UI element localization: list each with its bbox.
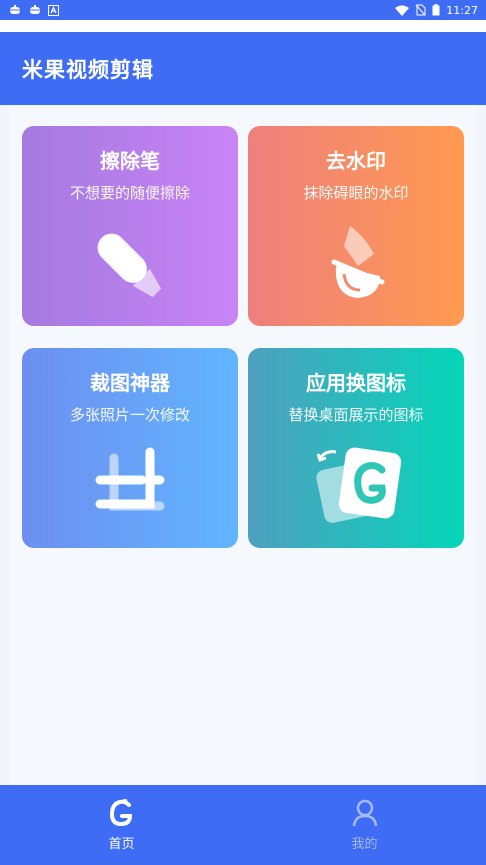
status-bar: 11:27 (0, 0, 486, 20)
card-subtitle: 抹除碍眼的水印 (303, 184, 409, 202)
status-left-icons (8, 4, 59, 16)
bug-icon (8, 5, 22, 14)
watermark-remove-icon (331, 226, 385, 298)
status-divider (0, 20, 486, 32)
card-title: 擦除笔 (100, 149, 160, 173)
battery-icon (432, 4, 440, 16)
app-icon-change-icon (316, 447, 402, 523)
crop-icon (95, 447, 165, 511)
card-title: 去水印 (326, 149, 386, 173)
card-title: 裁图神器 (90, 371, 170, 395)
bug-icon (28, 5, 42, 14)
bottom-nav: 首页 我的 (0, 785, 486, 865)
crop-card[interactable]: 裁图神器 多张照片一次修改 (22, 348, 238, 548)
card-subtitle: 不想要的随便擦除 (69, 184, 190, 202)
card-subtitle: 替换桌面展示的图标 (288, 406, 424, 424)
tab-mine[interactable]: 我的 (243, 785, 486, 865)
wifi-icon (395, 5, 410, 16)
a-icon (48, 4, 59, 16)
home-logo-icon (109, 798, 132, 826)
tab-home[interactable]: 首页 (0, 785, 243, 865)
tab-label: 首页 (108, 836, 135, 852)
no-sim-icon (415, 4, 426, 16)
card-title: 应用换图标 (306, 371, 406, 395)
status-time: 11:27 (446, 3, 478, 17)
app-icon-change-card[interactable]: 应用换图标 替换桌面展示的图标 (248, 348, 464, 548)
eraser-pen-card[interactable]: 擦除笔 不想要的随便擦除 (22, 126, 238, 326)
status-right-icons: 11:27 (395, 4, 478, 17)
eraser-pen-icon (97, 233, 162, 298)
app-bar: 米果视频剪辑 (0, 32, 486, 105)
card-subtitle: 多张照片一次修改 (69, 406, 190, 424)
person-icon (352, 799, 377, 826)
app-title: 米果视频剪辑 (22, 57, 154, 82)
watermark-remove-card[interactable]: 去水印 抹除碍眼的水印 (248, 126, 464, 326)
tab-label: 我的 (351, 836, 378, 852)
